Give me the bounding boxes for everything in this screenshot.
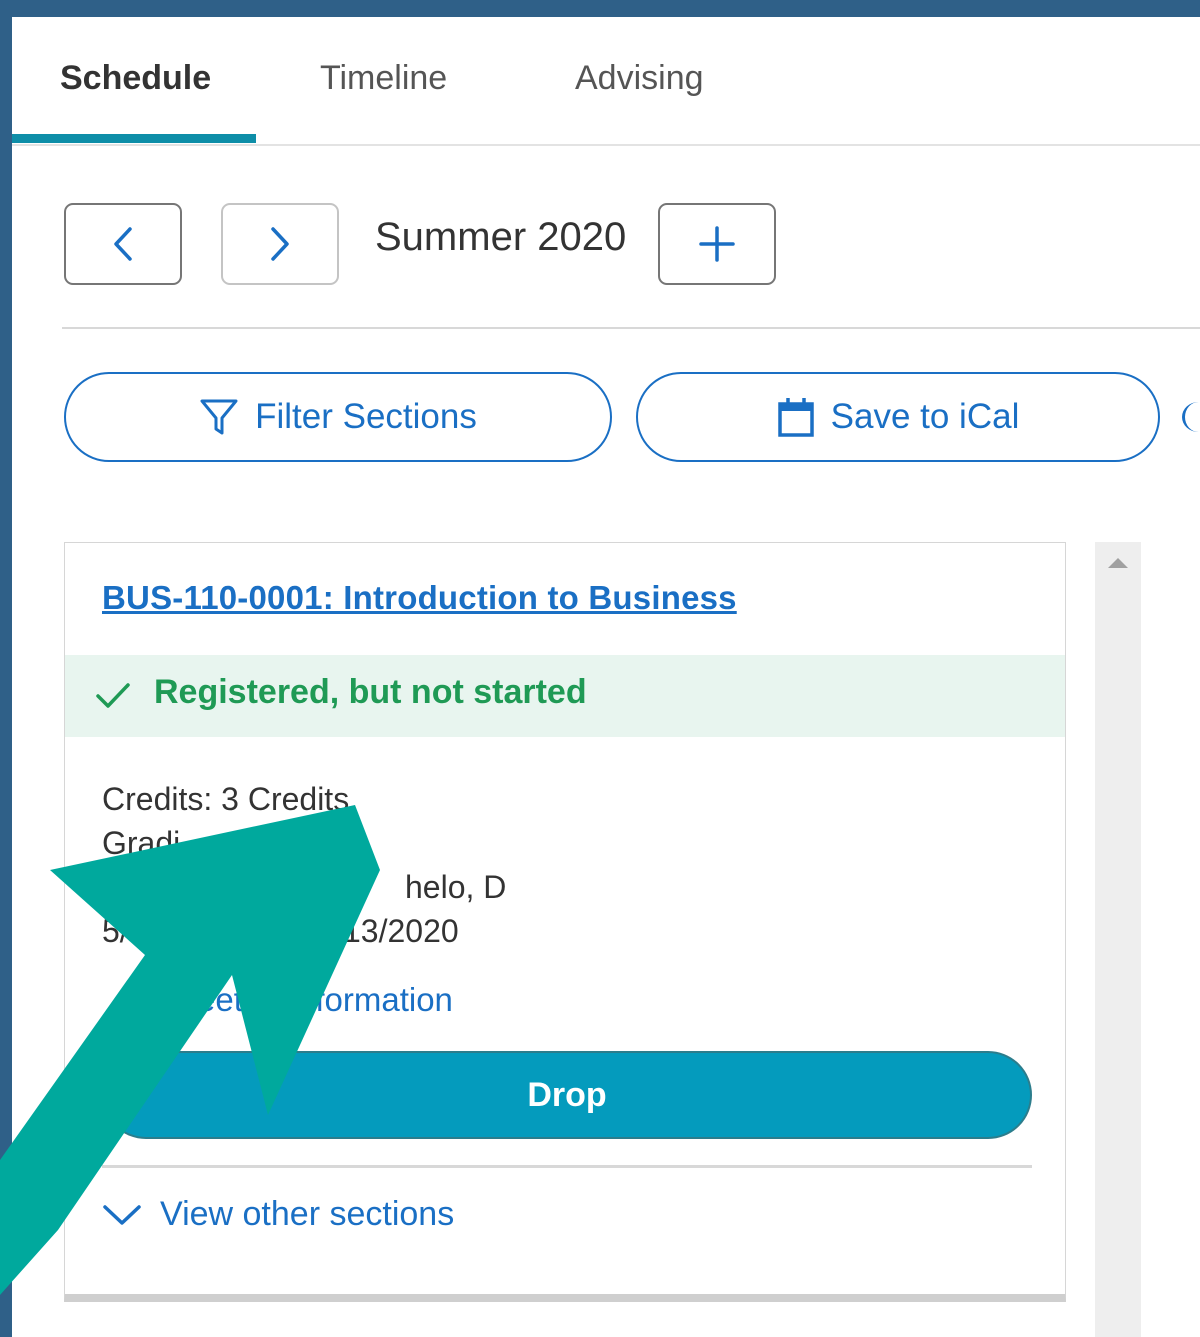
tab-schedule[interactable]: Schedule — [60, 59, 211, 98]
active-tab-indicator — [12, 134, 256, 143]
schedule-panel: Schedule Timeline Advising Summer 2020 F… — [12, 17, 1200, 1337]
next-term-button[interactable] — [221, 203, 339, 285]
meeting-info-link-start[interactable]: eet — [197, 981, 243, 1019]
save-to-ical-button[interactable]: Save to iCal — [636, 372, 1160, 462]
card-divider — [102, 1165, 1032, 1168]
plus-icon — [699, 226, 735, 262]
view-other-sections-label: View other sections — [160, 1195, 455, 1233]
chevron-left-icon — [114, 227, 132, 261]
course-title-link[interactable]: BUS-110-0001: Introduction to Business — [102, 579, 737, 617]
filter-sections-button[interactable]: Filter Sections — [64, 372, 612, 462]
dates-start-text: 5/1 — [102, 913, 147, 949]
filter-icon — [200, 399, 238, 435]
previous-term-button[interactable] — [64, 203, 182, 285]
tab-bar: Schedule Timeline Advising — [12, 17, 1200, 146]
tab-timeline[interactable]: Timeline — [320, 59, 447, 98]
term-label: Summer 2020 — [375, 215, 627, 259]
meeting-info-link[interactable]: nformation — [297, 981, 453, 1019]
filter-sections-label: Filter Sections — [255, 397, 477, 436]
chevron-down-icon — [103, 1204, 141, 1225]
course-card: BUS-110-0001: Introduction to Business R… — [64, 542, 1066, 1302]
drop-button[interactable]: Drop — [102, 1051, 1032, 1139]
section-divider — [62, 327, 1200, 329]
check-icon — [96, 683, 130, 708]
add-term-button[interactable] — [658, 203, 776, 285]
grading-text: Gradi — [102, 825, 181, 861]
instructor-text: helo, D — [405, 869, 507, 905]
view-other-sections-toggle[interactable]: View other sections — [102, 1195, 454, 1234]
chevron-right-icon — [271, 227, 289, 261]
overflow-button-edge[interactable] — [1182, 402, 1200, 432]
dates-end-text: 13/2020 — [343, 913, 459, 949]
scroll-up-icon[interactable] — [1108, 558, 1128, 568]
status-text: Registered, but not started — [154, 673, 587, 711]
scrollbar[interactable] — [1095, 542, 1141, 1337]
status-banner: Registered, but not started — [65, 655, 1065, 737]
credits-text: Credits: 3 Credits — [102, 781, 350, 817]
tab-advising[interactable]: Advising — [575, 59, 704, 98]
save-to-ical-label: Save to iCal — [830, 397, 1020, 436]
calendar-icon — [777, 398, 814, 437]
